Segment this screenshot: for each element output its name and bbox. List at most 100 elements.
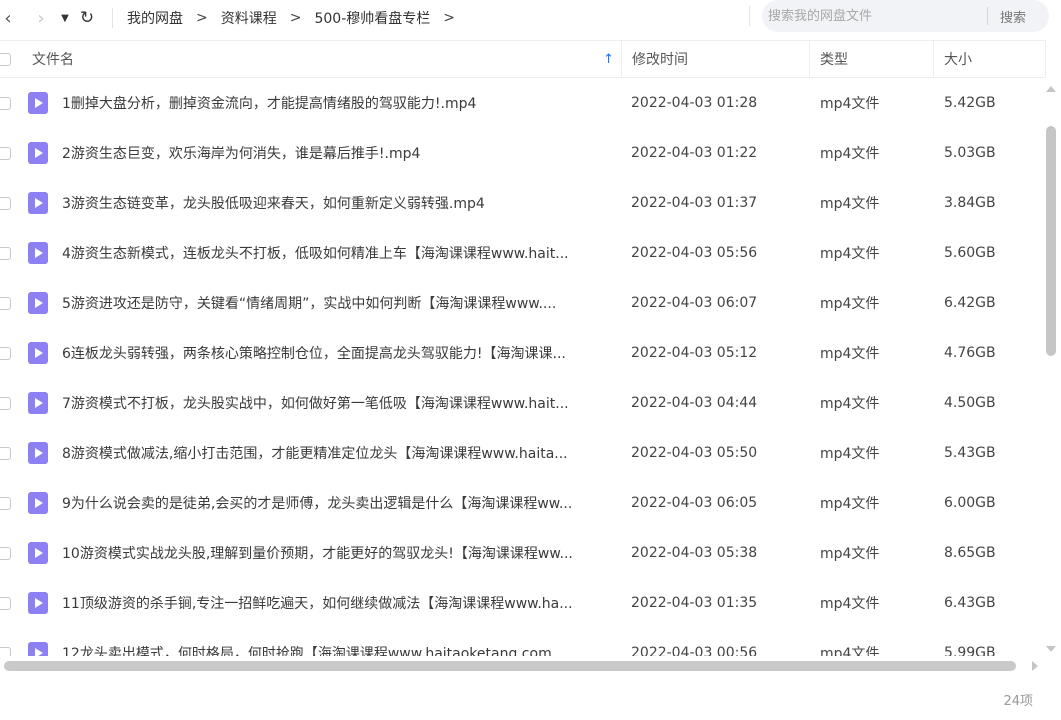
table-row[interactable]: 11顶级游资的杀手锏,专注一招鲜吃遍天，如何继续做减法【海淘课课程www.ha.… [0, 578, 1042, 628]
header-name[interactable]: 文件名 ↑ [24, 41, 622, 77]
file-size: 5.99GB [944, 645, 996, 656]
file-name[interactable]: 2游资生态巨变，欢乐海岸为何消失，谁是幕后推手!.mp4 [62, 143, 622, 163]
row-checkbox[interactable] [0, 596, 11, 610]
video-file-icon [28, 342, 48, 364]
file-type: mp4文件 [820, 346, 880, 362]
file-name[interactable]: 5游资进攻还是防守，关键看“情绪周期”，实战中如何判断【海淘课课程www.... [62, 293, 622, 313]
horizontal-scroll-thumb[interactable] [4, 661, 1016, 671]
file-name[interactable]: 3游资生态链变革，龙头股低吸迎来春天，如何重新定义弱转强.mp4 [62, 193, 622, 213]
row-icon-cell [24, 492, 62, 514]
breadcrumb: 我的网盘 > 资料课程 > 500-穆帅看盘专栏 > [127, 8, 468, 28]
row-checkbox[interactable] [0, 396, 11, 410]
breadcrumb-separator[interactable]: > [443, 10, 455, 26]
table-row[interactable]: 5游资进攻还是防守，关键看“情绪周期”，实战中如何判断【海淘课课程www....… [0, 278, 1042, 328]
scroll-right-icon[interactable] [1032, 661, 1038, 671]
row-checkbox-cell [0, 596, 24, 610]
row-checkbox[interactable] [0, 96, 11, 110]
row-checkbox-cell [0, 446, 24, 460]
table-row[interactable]: 12龙头卖出模式，何时格局，何时抢跑【海淘课课程www.haitaoketang… [0, 628, 1042, 656]
table-row[interactable]: 8游资模式做减法,缩小打击范围，才能更精准定位龙头【海淘课课程www.haita… [0, 428, 1042, 478]
header-name-label: 文件名 [32, 52, 74, 68]
vertical-scrollbar[interactable] [1044, 80, 1058, 658]
header-type[interactable]: 类型 [810, 41, 934, 77]
video-file-icon [28, 392, 48, 414]
video-file-icon [28, 192, 48, 214]
video-file-icon [28, 442, 48, 464]
forward-icon[interactable]: › [30, 3, 52, 33]
item-count: 24项 [1003, 694, 1033, 709]
file-name[interactable]: 12龙头卖出模式，何时格局，何时抢跑【海淘课课程www.haitaoketang… [62, 643, 622, 656]
row-checkbox[interactable] [0, 446, 11, 460]
breadcrumb-separator: > [196, 10, 208, 26]
sort-ascending-icon[interactable]: ↑ [603, 52, 614, 67]
header-modified-time[interactable]: 修改时间 [622, 41, 810, 77]
row-checkbox[interactable] [0, 296, 11, 310]
row-checkbox[interactable] [0, 546, 11, 560]
file-size: 6.43GB [944, 595, 996, 611]
row-checkbox-cell [0, 296, 24, 310]
row-checkbox-cell [0, 496, 24, 510]
select-all-checkbox[interactable] [0, 52, 11, 66]
file-type: mp4文件 [820, 396, 880, 412]
file-name[interactable]: 10游资模式实战龙头股,理解到量价预期，才能更好的驾驭龙头!【海淘课课程ww..… [62, 543, 622, 563]
horizontal-scrollbar[interactable] [0, 659, 1040, 673]
row-checkbox-cell [0, 396, 24, 410]
toolbar-divider [112, 8, 113, 28]
file-name[interactable]: 4游资生态新模式，连板龙头不打板，低吸如何精准上车【海淘课课程www.hait.… [62, 243, 622, 263]
header-size[interactable]: 大小 [934, 41, 1046, 77]
video-file-icon [28, 642, 48, 656]
video-file-icon [28, 142, 48, 164]
refresh-icon[interactable]: ↻ [76, 3, 98, 33]
history-dropdown-icon[interactable]: ▼ [58, 3, 72, 33]
row-checkbox[interactable] [0, 646, 11, 656]
table-row[interactable]: 2游资生态巨变，欢乐海岸为何消失，谁是幕后推手!.mp4 2022-04-03 … [0, 128, 1042, 178]
scroll-down-icon[interactable] [1046, 646, 1056, 652]
row-checkbox[interactable] [0, 246, 11, 260]
file-name[interactable]: 8游资模式做减法,缩小打击范围，才能更精准定位龙头【海淘课课程www.haita… [62, 443, 622, 463]
row-icon-cell [24, 592, 62, 614]
table-row[interactable]: 9为什么说会卖的是徒弟,会买的才是师傅，龙头卖出逻辑是什么【海淘课课程ww...… [0, 478, 1042, 528]
vertical-scroll-thumb[interactable] [1046, 126, 1056, 356]
file-name[interactable]: 1删掉大盘分析，删掉资金流向，才能提高情绪股的驾驭能力!.mp4 [62, 93, 622, 113]
file-modified-time: 2022-04-03 01:37 [631, 195, 758, 211]
table-row[interactable]: 4游资生态新模式，连板龙头不打板，低吸如何精准上车【海淘课课程www.hait.… [0, 228, 1042, 278]
row-checkbox[interactable] [0, 196, 11, 210]
file-type: mp4文件 [820, 196, 880, 212]
row-icon-cell [24, 342, 62, 364]
file-size: 4.76GB [944, 345, 996, 361]
file-name[interactable]: 9为什么说会卖的是徒弟,会买的才是师傅，龙头卖出逻辑是什么【海淘课课程ww... [62, 493, 622, 513]
file-type: mp4文件 [820, 146, 880, 162]
video-file-icon [28, 292, 48, 314]
back-icon[interactable]: ‹ [0, 3, 16, 33]
file-type: mp4文件 [820, 446, 880, 462]
row-checkbox[interactable] [0, 496, 11, 510]
search-input[interactable] [762, 0, 977, 32]
video-file-icon [28, 92, 48, 114]
table-row[interactable]: 10游资模式实战龙头股,理解到量价预期，才能更好的驾驭龙头!【海淘课课程ww..… [0, 528, 1042, 578]
file-type: mp4文件 [820, 246, 880, 262]
file-name[interactable]: 7游资模式不打板，龙头股实战中，如何做好第一笔低吸【海淘课课程www.hait.… [62, 393, 622, 413]
file-name[interactable]: 6连板龙头弱转强，两条核心策略控制仓位，全面提高龙头驾驭能力!【海淘课课... [62, 343, 622, 363]
file-name[interactable]: 11顶级游资的杀手锏,专注一招鲜吃遍天，如何继续做减法【海淘课课程www.ha.… [62, 593, 622, 613]
file-size: 5.03GB [944, 145, 996, 161]
breadcrumb-item-current-folder[interactable]: 500-穆帅看盘专栏 [314, 8, 430, 28]
scroll-up-icon[interactable] [1046, 86, 1056, 92]
table-row[interactable]: 1删掉大盘分析，删掉资金流向，才能提高情绪股的驾驭能力!.mp4 2022-04… [0, 78, 1042, 128]
row-checkbox-cell [0, 346, 24, 360]
header-checkbox-cell [0, 41, 24, 77]
breadcrumb-item-courses[interactable]: 资料课程 [221, 8, 277, 28]
row-checkbox[interactable] [0, 346, 11, 360]
table-row[interactable]: 3游资生态链变革，龙头股低吸迎来春天，如何重新定义弱转强.mp4 2022-04… [0, 178, 1042, 228]
file-modified-time: 2022-04-03 00:56 [631, 645, 758, 656]
row-icon-cell [24, 142, 62, 164]
file-type: mp4文件 [820, 646, 880, 656]
row-icon-cell [24, 392, 62, 414]
breadcrumb-item-my-disk[interactable]: 我的网盘 [127, 8, 183, 28]
row-checkbox[interactable] [0, 146, 11, 160]
search-button[interactable]: 搜索 [1000, 7, 1026, 26]
table-row[interactable]: 7游资模式不打板，龙头股实战中，如何做好第一笔低吸【海淘课课程www.hait.… [0, 378, 1042, 428]
row-checkbox-cell [0, 146, 24, 160]
file-modified-time: 2022-04-03 06:05 [631, 495, 758, 511]
table-row[interactable]: 6连板龙头弱转强，两条核心策略控制仓位，全面提高龙头驾驭能力!【海淘课课... … [0, 328, 1042, 378]
file-modified-time: 2022-04-03 01:28 [631, 95, 758, 111]
